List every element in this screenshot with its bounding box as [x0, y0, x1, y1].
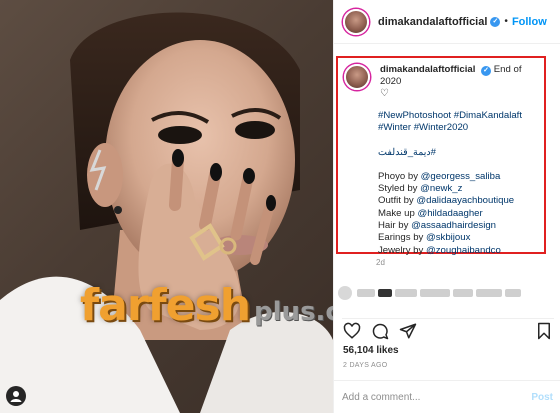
post-date: 2 DAYS AGO — [343, 362, 388, 369]
credit-line: Styled by @newk_z — [378, 183, 463, 195]
watermark: farfesh plus.com — [80, 280, 333, 340]
credit-line: Hair by @assaadhairdesign — [378, 220, 497, 232]
caption-avatar[interactable] — [344, 64, 370, 90]
credit-line: Earings by @skbijoux — [378, 232, 471, 244]
credit-line: Jewelry by @zoughaibandco — [378, 244, 501, 256]
verified-badge-icon: ✓ — [481, 66, 492, 76]
hashtags-line-2[interactable]: #Winter #Winter2020 — [378, 122, 538, 134]
blurred-text — [420, 289, 450, 297]
credit-handle[interactable]: @zoughaibandco — [426, 245, 501, 256]
action-bar — [342, 318, 554, 340]
blurred-text — [453, 289, 473, 297]
credit-handle[interactable]: @dalidaayachboutique — [416, 195, 514, 206]
caption-username[interactable]: dimakandalaftofficial — [380, 64, 475, 75]
arabic-hashtag[interactable]: #ديمة_قندلفت — [378, 147, 538, 159]
post-header: dimakandalaftofficial ✓ • Follow — [334, 0, 560, 44]
separator-dot: • — [504, 16, 508, 27]
credit-handle[interactable]: @newk_z — [420, 183, 462, 194]
post-photo[interactable]: farfesh plus.com — [0, 0, 333, 413]
post-sidebar: dimakandalaftofficial ✓ • Follow dimakan… — [333, 0, 560, 413]
watermark-suffix: plus.com — [254, 297, 333, 327]
comment-bubble-icon[interactable] — [370, 321, 390, 341]
user-tag-icon[interactable] — [6, 386, 26, 406]
blurred-text — [378, 289, 392, 297]
verified-badge-icon: ✓ — [490, 16, 501, 27]
heart-emoji: ♡ — [380, 88, 389, 99]
avatar[interactable] — [343, 8, 369, 35]
post-button[interactable]: Post — [531, 392, 553, 403]
credit-line: Phoyo by @georgess_saliba — [378, 170, 501, 182]
caption-header: dimakandalaftofficial ✓ End of 2020 ♡ — [344, 64, 538, 100]
credit-handle[interactable]: @georgess_saliba — [421, 171, 501, 182]
header-username[interactable]: dimakandalaftofficial — [378, 16, 487, 28]
caption-age: 2d — [376, 258, 385, 267]
heart-icon[interactable] — [342, 321, 362, 341]
blurred-text — [476, 289, 502, 297]
hashtags-line-1[interactable]: #NewPhotoshoot #DimaKandalaft — [378, 110, 538, 122]
watermark-main: farfesh — [80, 280, 251, 331]
follow-button[interactable]: Follow — [512, 16, 547, 28]
credit-handle[interactable]: @hildadaagher — [417, 208, 482, 219]
credit-handle[interactable]: @assaadhairdesign — [411, 220, 496, 231]
credits-list: Phoyo by @georgess_saliba Styled by @new… — [378, 171, 538, 257]
credit-line: Make up @hildadaagher — [378, 207, 483, 219]
credit-handle[interactable]: @skbijoux — [426, 232, 470, 243]
caption-title: dimakandalaftofficial ✓ End of 2020 ♡ — [380, 64, 538, 100]
credit-line: Outfit by @dalidaayachboutique — [378, 195, 515, 207]
blurred-text — [505, 289, 521, 297]
blurred-text — [357, 289, 375, 297]
caption-body: #NewPhotoshoot #DimaKandalaft #Winter #W… — [344, 110, 538, 257]
blurred-text — [395, 289, 417, 297]
comment-preview-row — [338, 284, 558, 302]
bookmark-icon[interactable] — [534, 321, 554, 341]
comment-input[interactable] — [342, 391, 532, 403]
comment-avatar — [338, 286, 352, 300]
paper-plane-icon[interactable] — [398, 321, 418, 341]
caption-highlight: dimakandalaftofficial ✓ End of 2020 ♡ #N… — [336, 56, 546, 257]
likes-count[interactable]: 56,104 likes — [343, 345, 399, 356]
portrait-image — [0, 12, 333, 413]
comment-form: Post — [334, 380, 560, 413]
